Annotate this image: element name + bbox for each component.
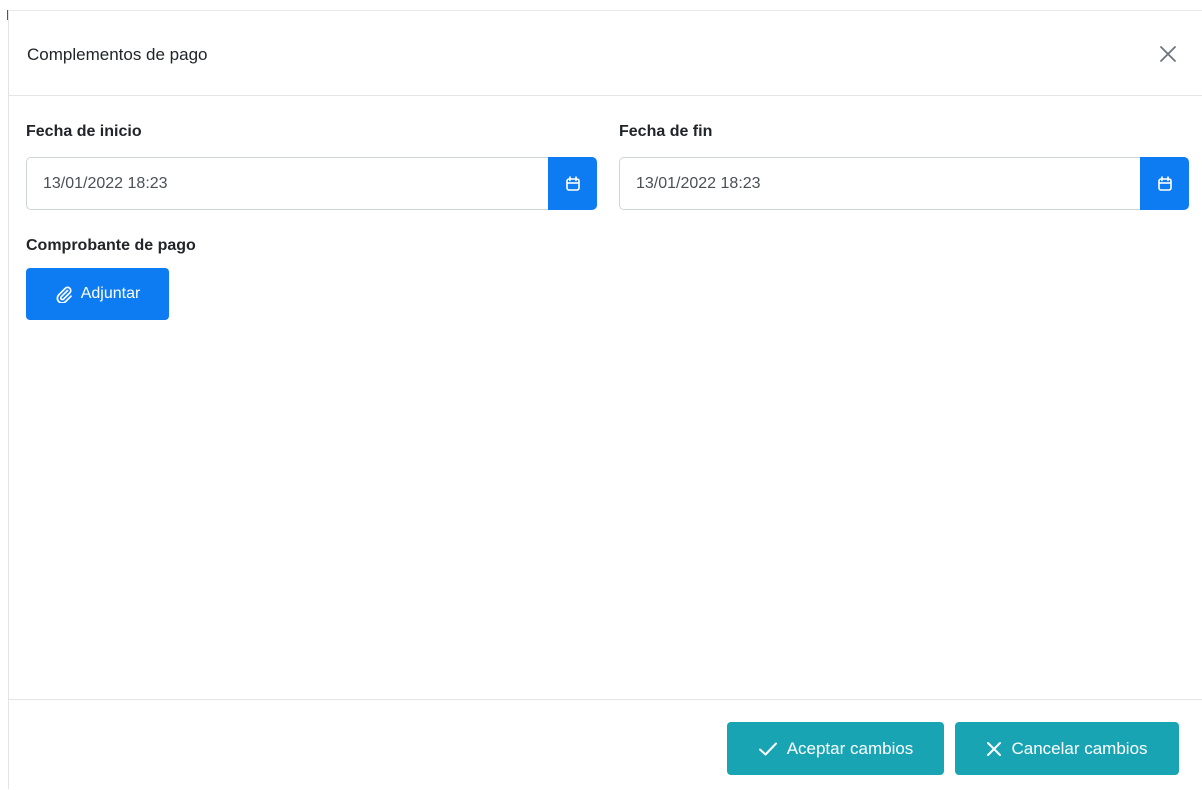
start-date-group <box>26 157 597 210</box>
end-date-label: Fecha de fin <box>619 123 713 140</box>
modal-header: Complementos de pago <box>9 11 1202 96</box>
x-icon <box>987 741 1002 756</box>
accept-changes-button[interactable]: Aceptar cambios <box>727 722 944 775</box>
close-icon <box>1160 46 1176 62</box>
check-icon <box>758 742 777 755</box>
end-date-group <box>619 157 1189 210</box>
attach-button-label: Adjuntar <box>80 285 141 302</box>
close-button[interactable] <box>1155 41 1181 67</box>
end-date-calendar-button[interactable] <box>1140 157 1189 210</box>
paperclip-icon <box>56 286 72 303</box>
end-date-input[interactable] <box>619 157 1140 210</box>
calendar-icon <box>1157 175 1172 191</box>
modal-title: Complementos de pago <box>27 45 208 64</box>
cancel-changes-button[interactable]: Cancelar cambios <box>955 722 1179 775</box>
start-date-label: Fecha de inicio <box>26 123 142 140</box>
modal-footer: Aceptar cambios Cancelar cambios <box>9 699 1202 790</box>
start-date-input[interactable] <box>26 157 548 210</box>
cancel-changes-label: Cancelar cambios <box>1011 738 1148 758</box>
payment-complements-modal: Complementos de pago Fecha de inicio Fec… <box>8 10 1202 789</box>
calendar-icon <box>565 175 580 191</box>
receipt-label: Comprobante de pago <box>26 237 196 254</box>
start-date-calendar-button[interactable] <box>548 157 597 210</box>
attach-button[interactable]: Adjuntar <box>26 268 169 320</box>
accept-changes-label: Aceptar cambios <box>786 738 914 758</box>
